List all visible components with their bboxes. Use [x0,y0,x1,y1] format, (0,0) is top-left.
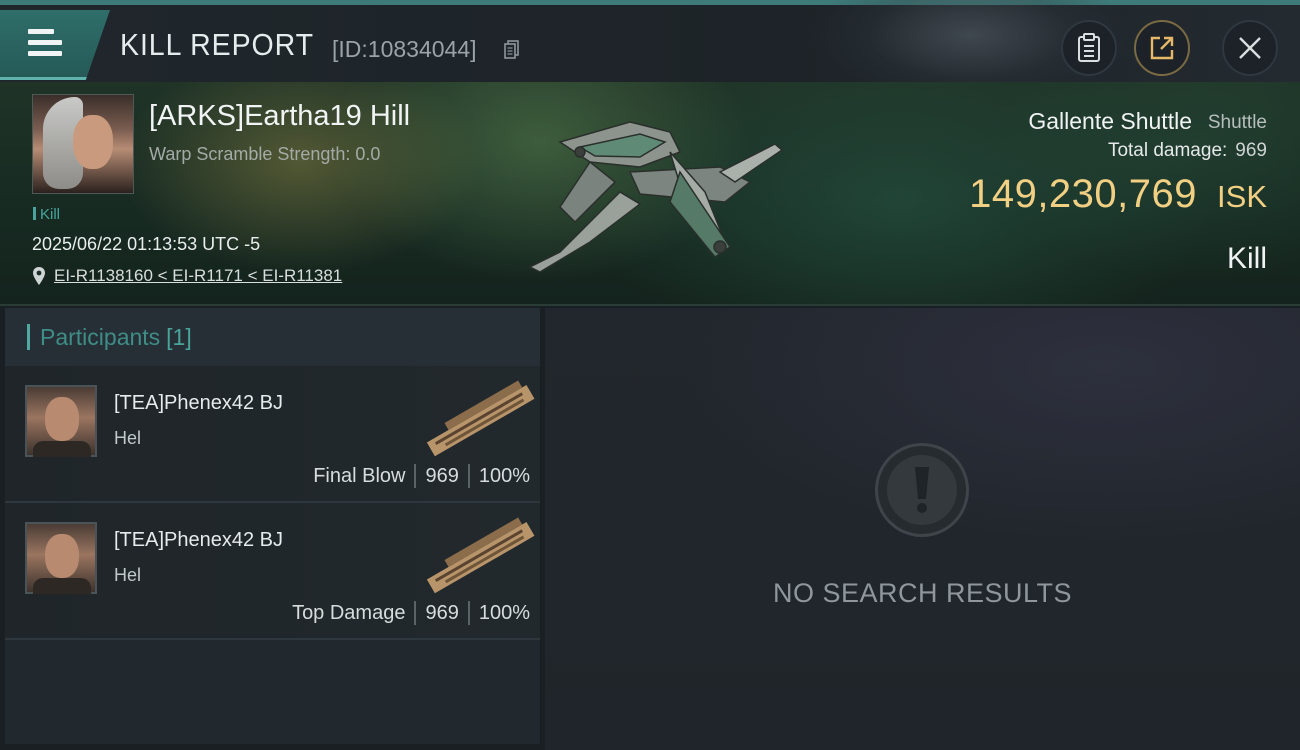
location-row: EI-R1138160 < EI-R1171 < EI-R11381 [32,266,342,286]
participant-damage: 969 [425,601,459,624]
total-damage-label: Total damage: [1107,140,1228,161]
ship-name[interactable]: Gallente Shuttle [1028,108,1192,135]
location-pin-icon [33,267,45,285]
isk-value: 149,230,769 [969,172,1198,216]
exclamation-icon [875,443,969,537]
total-damage: Total damage: 969 [1108,140,1267,162]
participant-name: [TEA]Phenex42 BJ [114,392,283,414]
warp-scramble-strength: Warp Scramble Strength: 0.0 [149,144,381,164]
victim-name[interactable]: [ARKS]Eartha19 Hill [149,100,410,133]
isk-unit: ISK [1217,179,1267,214]
kill-tag: Kill [33,206,60,223]
results-panel: NO SEARCH RESULTS [545,308,1300,750]
ship-class: Shuttle [1207,112,1267,133]
kill-summary-panel: [ARKS]Eartha19 Hill Warp Scramble Streng… [0,82,1300,306]
report-id: [ID:10834044] [332,36,477,62]
page-title: KILL REPORT [120,27,314,62]
participant-name: [TEA]Phenex42 BJ [114,529,283,551]
ship-image [528,121,784,273]
participant-percent: 100% [478,464,530,487]
participants-panel: Participants [1] [TEA]Phenex42 BJ Hel Fi… [5,308,540,744]
participants-count: [1] [166,323,192,350]
participant-role: Final Blow [313,464,406,487]
copy-icon[interactable] [504,40,520,60]
participant-damage: 969 [425,464,459,487]
participant-percent: 100% [478,601,530,624]
participant-ship: Hel [114,565,142,585]
participant-role: Top Damage [292,601,406,624]
no-results-message: NO SEARCH RESULTS [772,578,1073,608]
close-button[interactable] [1222,20,1278,76]
participant-ship: Hel [114,428,142,448]
kill-timestamp: 2025/06/22 01:13:53 UTC -5 [32,234,261,254]
participant-avatar[interactable] [25,385,97,457]
location-link[interactable]: EI-R1138160 < EI-R1171 < EI-R11381 [54,266,342,286]
share-icon [1150,36,1174,60]
isk-value-row: 149,230,769 ISK [969,172,1267,217]
menu-icon [28,29,62,57]
top-bar: KILL REPORT [ID:10834044] [0,0,1300,105]
participants-label: Participants [40,323,161,350]
participant-row[interactable]: [TEA]Phenex42 BJ Hel Final Blow 969 100% [5,366,540,503]
participant-stats: Final Blow 969 100% [313,464,530,488]
menu-button[interactable] [0,10,110,80]
participant-ship-image [426,517,535,594]
victim-avatar[interactable] [32,94,134,194]
participant-row[interactable]: [TEA]Phenex42 BJ Hel Top Damage 969 100% [5,503,540,640]
clipboard-button[interactable] [1061,20,1117,76]
participant-stats: Top Damage 969 100% [292,601,530,625]
result-label: Kill [1226,242,1267,275]
participants-header: Participants [1] [5,308,540,366]
participant-ship-image [426,380,535,457]
participant-avatar[interactable] [25,522,97,594]
total-damage-value: 969 [1235,140,1267,161]
close-icon [1239,37,1261,59]
share-button[interactable] [1134,20,1190,76]
clipboard-icon [1078,33,1100,62]
